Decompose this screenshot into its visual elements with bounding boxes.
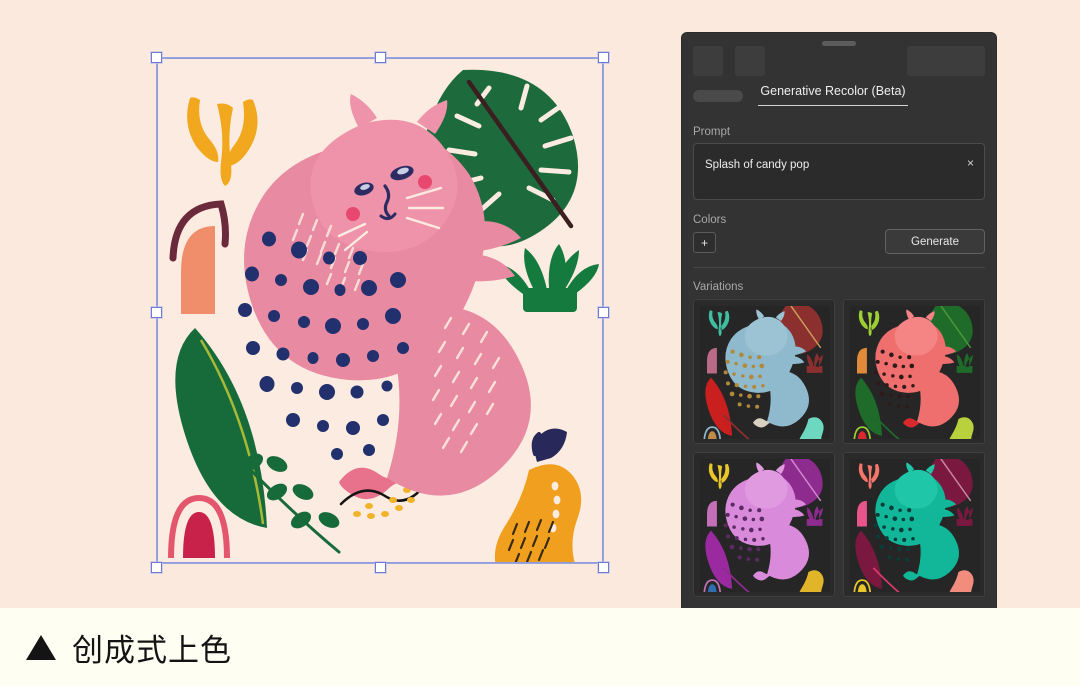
variation-art-2 <box>850 306 980 439</box>
panel-drag-handle[interactable] <box>822 41 856 46</box>
selection-handle-bottom-right[interactable] <box>598 562 609 573</box>
variation-art-1 <box>700 306 830 439</box>
caption-bar: 创成式上色 <box>0 608 1080 686</box>
variations-grid <box>693 299 985 597</box>
generative-recolor-panel[interactable]: Generative Recolor (Beta) Prompt Splash … <box>682 33 996 608</box>
workspace-canvas-area: Generative Recolor (Beta) Prompt Splash … <box>0 0 1080 608</box>
variation-thumbnail-3[interactable] <box>693 452 835 597</box>
selection-handle-top-left[interactable] <box>151 52 162 63</box>
selection-handle-top-center[interactable] <box>375 52 386 63</box>
prompt-label: Prompt <box>693 126 731 138</box>
panel-divider <box>693 267 985 268</box>
add-color-button[interactable]: + <box>693 232 716 253</box>
variation-art-4 <box>850 459 980 592</box>
prompt-input-value[interactable]: Splash of candy pop <box>705 159 809 171</box>
colors-label: Colors <box>693 214 727 226</box>
tab-generative-recolor[interactable]: Generative Recolor (Beta) <box>758 84 908 106</box>
generate-button[interactable]: Generate <box>885 229 985 254</box>
selection-handle-bottom-center[interactable] <box>375 562 386 573</box>
selection-handle-bottom-left[interactable] <box>151 562 162 573</box>
variation-thumbnail-2[interactable] <box>843 299 985 444</box>
panel-tab-placeholder[interactable] <box>693 90 743 102</box>
variation-thumbnail-4[interactable] <box>843 452 985 597</box>
caption-text: 创成式上色 <box>72 632 232 669</box>
artwork-illustration <box>157 58 603 563</box>
variations-label: Variations <box>693 281 744 293</box>
artboard[interactable] <box>156 57 604 564</box>
selection-handle-middle-left[interactable] <box>151 307 162 318</box>
selection-handle-middle-right[interactable] <box>598 307 609 318</box>
artboard-selection-wrapper[interactable] <box>151 52 609 573</box>
panel-toolbar-button-2[interactable] <box>735 46 765 76</box>
variation-thumbnail-1[interactable] <box>693 299 835 444</box>
panel-toolbar-button-wide[interactable] <box>907 46 985 76</box>
prompt-input[interactable]: Splash of candy pop × <box>693 143 985 200</box>
triangle-marker-icon <box>26 634 56 660</box>
panel-toolbar-button-1[interactable] <box>693 46 723 76</box>
variation-art-3 <box>700 459 830 592</box>
selection-handle-top-right[interactable] <box>598 52 609 63</box>
close-icon[interactable]: × <box>967 157 974 169</box>
